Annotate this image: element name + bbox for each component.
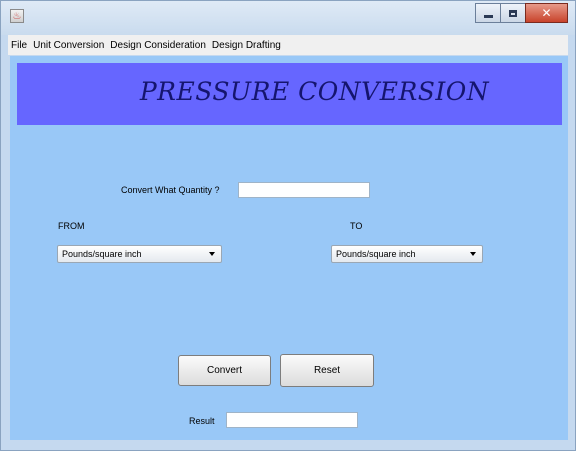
menu-file[interactable]: File <box>8 40 30 51</box>
from-unit-select[interactable]: Pounds/square inch <box>57 245 222 263</box>
menu-bar: File Unit Conversion Design Consideratio… <box>8 35 568 55</box>
result-field[interactable] <box>226 412 358 428</box>
reset-button[interactable]: Reset <box>280 354 374 387</box>
menu-design-consideration[interactable]: Design Consideration <box>107 40 209 51</box>
menu-unit-conversion[interactable]: Unit Conversion <box>30 40 107 51</box>
minimize-icon <box>483 14 493 18</box>
title-bar: ♨ ✕ <box>1 1 575 35</box>
result-label: Result <box>189 416 215 426</box>
to-label: TO <box>350 221 363 231</box>
to-unit-value: Pounds/square inch <box>336 249 416 259</box>
chevron-down-icon <box>470 252 476 256</box>
java-app-icon[interactable]: ♨ <box>10 9 24 23</box>
main-panel: PRESSURE CONVERSION Convert What Quantit… <box>10 56 568 440</box>
quantity-label: Convert What Quantity ? <box>121 185 220 195</box>
window-controls: ✕ <box>475 3 568 25</box>
menu-design-drafting[interactable]: Design Drafting <box>209 40 284 51</box>
page-title: PRESSURE CONVERSION <box>139 77 490 106</box>
quantity-input[interactable] <box>238 182 370 198</box>
from-unit-value: Pounds/square inch <box>62 249 142 259</box>
convert-button[interactable]: Convert <box>178 355 271 386</box>
chevron-down-icon <box>209 252 215 256</box>
close-icon: ✕ <box>541 6 552 20</box>
title-banner: PRESSURE CONVERSION <box>17 63 562 125</box>
maximize-button[interactable] <box>500 3 526 23</box>
to-unit-select[interactable]: Pounds/square inch <box>331 245 483 263</box>
app-window: ♨ ✕ File Unit Conversion Design Consider… <box>0 0 576 451</box>
close-button[interactable]: ✕ <box>525 3 568 23</box>
minimize-button[interactable] <box>475 3 501 23</box>
from-label: FROM <box>58 221 85 231</box>
maximize-icon <box>509 9 517 17</box>
